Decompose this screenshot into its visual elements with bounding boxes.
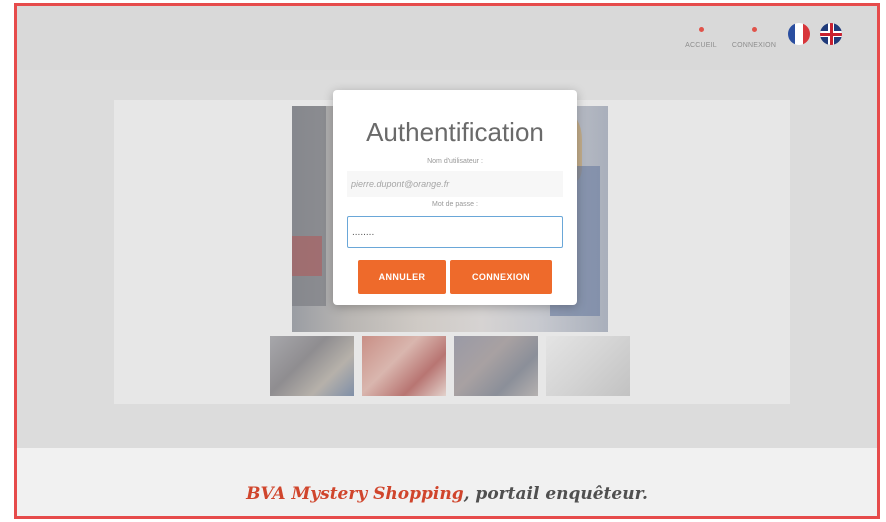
footer-brand: BVA Mystery Shopping	[246, 484, 464, 504]
modal-title: Authentification	[366, 117, 544, 147]
thumbnail-photo	[546, 336, 630, 396]
nav-home-label: ACCUEIL	[685, 42, 717, 49]
nav-dot-icon	[751, 27, 757, 32]
nav-login-label: CONNEXION	[731, 42, 777, 49]
footer-tagline: BVA Mystery Shopping, portail enquêteur.	[17, 484, 877, 504]
page-frame: ACCUEIL CONNEXION BVA Mystery Shopping, …	[14, 3, 880, 519]
login-button[interactable]: CONNEXION	[450, 260, 552, 294]
thumbnail-photo	[270, 336, 354, 396]
uk-flag-icon[interactable]	[820, 23, 842, 45]
thumbnail-photo	[362, 336, 446, 396]
username-label: Nom d'utilisateur :	[427, 158, 483, 165]
thumbnail-photo	[454, 336, 538, 396]
nav-home[interactable]: ACCUEIL	[671, 21, 731, 49]
password-label: Mot de passe :	[432, 201, 478, 208]
cancel-button[interactable]: ANNULER	[358, 260, 446, 294]
login-modal: Authentification Nom d'utilisateur : Mot…	[333, 90, 577, 305]
username-input[interactable]	[347, 171, 563, 197]
french-flag-icon[interactable]	[788, 23, 810, 45]
top-header: ACCUEIL CONNEXION	[17, 6, 877, 70]
password-input[interactable]	[347, 216, 563, 248]
nav-dot-icon	[698, 27, 704, 32]
footer-suffix: , portail enquêteur.	[463, 484, 648, 504]
nav-login[interactable]: CONNEXION	[724, 21, 784, 49]
